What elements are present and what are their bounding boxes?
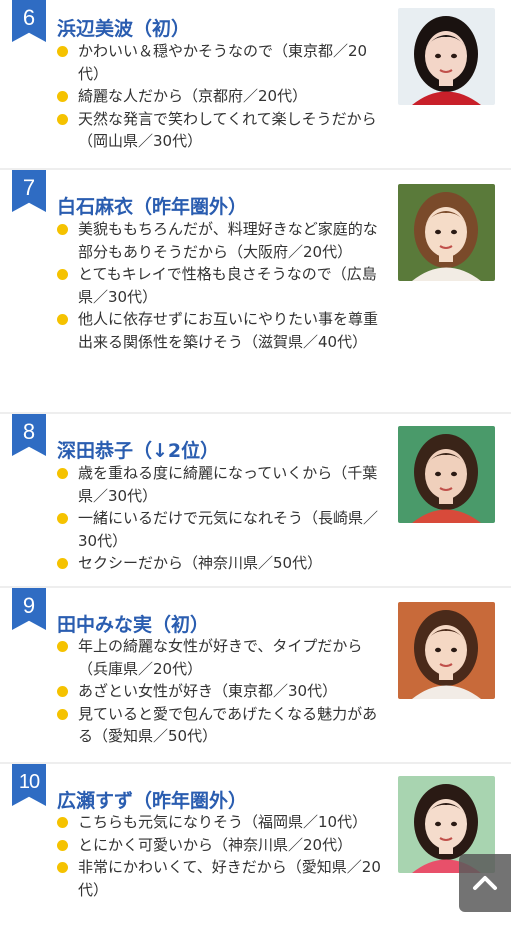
reason-text: 歳を重ねる度に綺麗になっていくから（千葉県／30代）: [78, 464, 378, 505]
profile-photo[interactable]: [398, 8, 495, 105]
reason-text: 見ていると愛で包んであげたくなる魅力がある（愛知県／50代）: [78, 704, 378, 746]
ranking-entry: 6 浜辺美波（初） かわいい＆穏やかそうなので（東京都／20代） 綺麗な人だから…: [0, 0, 511, 170]
reason-item: あざとい女性が好き（東京都／30代）: [54, 680, 384, 703]
bullet-icon: [57, 468, 68, 479]
rank-badge: 9: [12, 588, 46, 630]
entry-name: 白石麻衣（昨年圏外）: [57, 196, 248, 218]
bullet-icon: [57, 269, 68, 280]
bullet-icon: [57, 641, 68, 652]
reason-text: セクシーだから（神奈川県／50代）: [78, 554, 323, 572]
reason-text: 年上の綺麗な女性が好きで、タイプだから（兵庫県／20代）: [78, 637, 363, 678]
entry-name: 浜辺美波（初）: [57, 18, 191, 40]
profile-photo[interactable]: [398, 426, 495, 523]
reason-item: とてもキレイで性格も良さそうなので（広島県／30代）: [54, 263, 384, 308]
ranking-entry: 9 田中みな実（初） 年上の綺麗な女性が好きで、タイプだから（兵庫県／20代） …: [0, 588, 511, 764]
scroll-to-top-button[interactable]: [459, 854, 511, 912]
reason-text: 天然な発言で笑わしてくれて楽しそうだから（岡山県／30代）: [78, 109, 377, 151]
reason-list: かわいい＆穏やかそうなので（東京都／20代） 綺麗な人だから（京都府／20代） …: [54, 40, 384, 153]
reason-item: こちらも元気になりそう（福岡県／10代）: [54, 811, 384, 834]
bullet-icon: [57, 513, 68, 524]
reason-text: こちらも元気になりそう（福岡県／10代）: [78, 813, 368, 831]
bullet-icon: [57, 862, 68, 873]
reason-item: 一緒にいるだけで元気になれそう（長崎県／30代）: [54, 507, 384, 552]
reason-item: とにかく可愛いから（神奈川県／20代）: [54, 834, 384, 857]
ranking-list: 6 浜辺美波（初） かわいい＆穏やかそうなので（東京都／20代） 綺麗な人だから…: [0, 0, 511, 939]
bullet-icon: [57, 839, 68, 851]
bullet-icon: [57, 224, 68, 235]
reason-list: こちらも元気になりそう（福岡県／10代） とにかく可愛いから（神奈川県／20代）…: [54, 811, 384, 901]
reason-text: とにかく可愛いから（神奈川県／20代）: [78, 835, 353, 854]
bullet-icon: [57, 91, 68, 102]
reason-item: 他人に依存せずにお互いにやりたい事を尊重出来る関係性を築けそう（滋賀県／40代）: [54, 308, 384, 353]
reason-text: 綺麗な人だから（京都府／20代）: [78, 87, 308, 105]
reason-text: あざとい女性が好き（東京都／30代）: [78, 682, 338, 700]
bullet-icon: [57, 314, 68, 325]
reason-text: 非常にかわいくて、好きだから（愛知県／20代）: [78, 858, 381, 899]
rank-badge: 10: [12, 764, 46, 806]
reason-item: かわいい＆穏やかそうなので（東京都／20代）: [54, 40, 384, 85]
ranking-entry: 10 広瀬すず（昨年圏外） こちらも元気になりそう（福岡県／10代） とにかく可…: [0, 764, 511, 939]
reason-item: 綺麗な人だから（京都府／20代）: [54, 85, 384, 108]
bullet-icon: [57, 708, 68, 720]
ranking-entry: 7 白石麻衣（昨年圏外） 美貌ももちろんだが、料理好きなど家庭的な部分もありそう…: [0, 170, 511, 414]
rank-badge: 7: [12, 170, 46, 212]
reason-item: 歳を重ねる度に綺麗になっていくから（千葉県／30代）: [54, 462, 384, 507]
reason-list: 美貌ももちろんだが、料理好きなど家庭的な部分もありそうだから（大阪府／20代） …: [54, 218, 384, 353]
entry-name: 田中みな実（初）: [57, 614, 210, 636]
reason-list: 年上の綺麗な女性が好きで、タイプだから（兵庫県／20代） あざとい女性が好き（東…: [54, 635, 384, 748]
reason-item: セクシーだから（神奈川県／50代）: [54, 552, 384, 575]
bullet-icon: [57, 817, 68, 828]
ranking-entry: 8 深田恭子（↓2位） 歳を重ねる度に綺麗になっていくから（千葉県／30代） 一…: [0, 414, 511, 588]
reason-list: 歳を重ねる度に綺麗になっていくから（千葉県／30代） 一緒にいるだけで元気になれ…: [54, 462, 384, 575]
reason-item: 美貌ももちろんだが、料理好きなど家庭的な部分もありそうだから（大阪府／20代）: [54, 218, 384, 263]
rank-badge: 8: [12, 414, 46, 456]
profile-photo[interactable]: [398, 602, 495, 699]
bullet-icon: [57, 46, 68, 57]
reason-text: 美貌ももちろんだが、料理好きなど家庭的な部分もありそうだから（大阪府／20代）: [78, 220, 378, 261]
bullet-icon: [57, 558, 68, 569]
reason-item: 見ていると愛で包んであげたくなる魅力がある（愛知県／50代）: [54, 703, 384, 748]
chevron-up-icon: [473, 876, 497, 890]
reason-text: かわいい＆穏やかそうなので（東京都／20代）: [78, 42, 368, 83]
reason-text: 他人に依存せずにお互いにやりたい事を尊重出来る関係性を築けそう（滋賀県／40代）: [78, 310, 379, 351]
reason-item: 年上の綺麗な女性が好きで、タイプだから（兵庫県／20代）: [54, 635, 384, 680]
entry-name: 広瀬すず（昨年圏外）: [57, 790, 248, 812]
entry-name: 深田恭子（↓2位）: [57, 440, 220, 462]
reason-text: とてもキレイで性格も良さそうなので（広島県／30代）: [78, 265, 377, 306]
profile-photo[interactable]: [398, 184, 495, 281]
reason-text: 一緒にいるだけで元気になれそう（長崎県／30代）: [78, 509, 379, 550]
reason-item: 非常にかわいくて、好きだから（愛知県／20代）: [54, 856, 384, 901]
rank-badge: 6: [12, 0, 46, 42]
bullet-icon: [57, 113, 68, 125]
bullet-icon: [57, 686, 68, 697]
reason-item: 天然な発言で笑わしてくれて楽しそうだから（岡山県／30代）: [54, 108, 384, 153]
